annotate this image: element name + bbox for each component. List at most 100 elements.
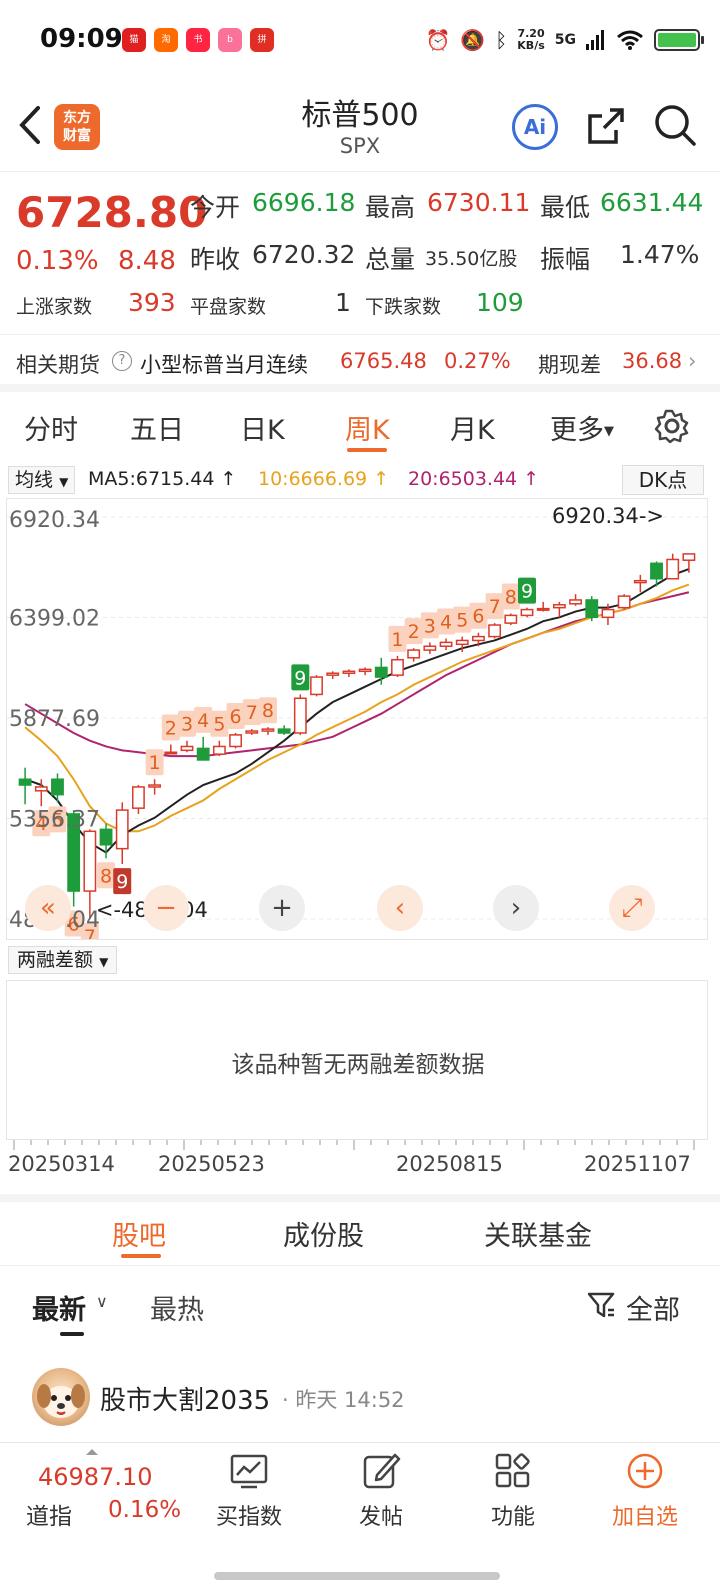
caret-up-icon[interactable] — [86, 1449, 98, 1455]
candle — [148, 779, 162, 795]
candle — [212, 740, 226, 757]
chevron-down-icon[interactable]: ∨ — [96, 1292, 108, 1311]
xiaohongshu-icon: 书 — [186, 28, 210, 52]
taobao-icon: 淘 — [154, 28, 178, 52]
bluetooth-icon: ᛒ — [495, 28, 508, 52]
margin-select[interactable]: 两融差额 ▼ — [8, 946, 118, 974]
help-icon[interactable]: ? — [112, 351, 132, 371]
candle — [293, 694, 307, 735]
post-button[interactable]: 发帖 — [336, 1451, 426, 1531]
chevron-right-icon: › — [688, 349, 697, 373]
candle — [423, 642, 437, 654]
dow-name[interactable]: 道指 — [26, 1497, 72, 1531]
ma-select[interactable]: 均线 ▼ — [8, 466, 76, 494]
svg-text:1: 1 — [149, 752, 161, 774]
sort-latest[interactable]: 最新 — [32, 1288, 86, 1327]
basis-label: 期现差 — [538, 353, 601, 377]
candle — [115, 802, 129, 865]
tab-weekly-k[interactable]: 周K — [345, 408, 390, 447]
tab-intraday[interactable]: 分时 — [24, 408, 78, 447]
max-annotation: 6920.34-> — [552, 504, 664, 528]
date-label: 20250815 — [396, 1152, 503, 1176]
settings-gear-icon[interactable] — [654, 408, 690, 444]
svg-text:6: 6 — [472, 606, 484, 628]
ma20-text: 20:6503.44 — [408, 468, 518, 490]
functions-button[interactable]: 功能 — [468, 1451, 558, 1531]
home-indicator[interactable] — [214, 1572, 500, 1580]
filter-label[interactable]: 全部 — [626, 1288, 680, 1327]
post-item[interactable]: 股市大割2035 · 昨天 14:52 — [0, 1346, 720, 1442]
zoom-in-button[interactable]: + — [259, 885, 305, 931]
candle — [617, 594, 631, 610]
grid-icon — [495, 1453, 530, 1488]
buy-index-button[interactable]: 买指数 — [204, 1451, 294, 1531]
dow-value[interactable]: 46987.10 — [38, 1463, 153, 1491]
zoom-out-button[interactable]: − — [143, 885, 189, 931]
candle — [326, 671, 340, 679]
candle — [83, 829, 97, 919]
dk-marker: 1 — [388, 625, 407, 652]
post-author[interactable]: 股市大割2035 — [100, 1380, 270, 1417]
ai-button[interactable]: Ai — [512, 104, 558, 150]
tab-more[interactable]: 更多▼ — [550, 408, 614, 447]
sort-hot[interactable]: 最热 — [150, 1288, 204, 1327]
caret-down-icon: ▼ — [99, 955, 109, 969]
functions-label: 功能 — [490, 1505, 535, 1530]
caret-down-icon: ▼ — [59, 475, 69, 489]
candle — [229, 732, 242, 749]
tab-constituents[interactable]: 成份股 — [283, 1214, 364, 1253]
dk-marker: 3 — [420, 612, 439, 639]
dk-marker: 2 — [404, 618, 423, 645]
period-tabs: 分时 五日 日K 周K 月K 更多▼ — [0, 398, 720, 458]
svg-text:4: 4 — [440, 612, 452, 634]
section-divider — [0, 1194, 720, 1202]
caret-down-icon: ▼ — [604, 424, 614, 439]
prev-button[interactable]: ‹ — [377, 885, 423, 931]
open-label: 今开 — [190, 193, 241, 222]
margin-empty-text: 该品种暂无两融差额数据 — [231, 1052, 485, 1078]
y-tick-label: 6920.34 — [9, 508, 100, 533]
svg-text:8: 8 — [262, 700, 274, 722]
margin-select-label: 两融差额 — [17, 949, 94, 971]
tab-five-day[interactable]: 五日 — [130, 408, 184, 447]
share-icon[interactable] — [584, 104, 628, 148]
svg-text:1: 1 — [391, 629, 403, 651]
dk-marker: 5 — [210, 710, 229, 737]
add-watchlist-button[interactable]: 加自选 — [600, 1451, 690, 1531]
candle — [488, 623, 502, 639]
next-button[interactable]: › — [493, 885, 539, 931]
avatar[interactable] — [32, 1368, 90, 1426]
candle — [261, 727, 275, 735]
tab-daily-k[interactable]: 日K — [240, 408, 285, 447]
tab-underline — [347, 448, 387, 452]
svg-text:8: 8 — [505, 586, 517, 608]
related-futures-row[interactable]: 相关期货 ? 小型标普当月连续 6765.48 0.27% 期现差 36.68 … — [0, 334, 720, 392]
search-icon[interactable] — [652, 102, 698, 148]
kline-chart[interactable]: 456789123456789123456789 6920.34 6399.02 5… — [6, 498, 708, 940]
dk-marker: 7 — [242, 699, 261, 726]
dk-marker: 6 — [469, 602, 488, 629]
dk-marker: 9 — [518, 577, 536, 604]
candle — [196, 736, 210, 761]
prev-close-label: 昨收 — [190, 245, 241, 274]
candle — [99, 823, 113, 859]
futures-label: 相关期货 — [16, 353, 100, 377]
tab-related-funds[interactable]: 关联基金 — [484, 1214, 592, 1253]
dow-pct[interactable]: 0.16% — [108, 1497, 181, 1523]
alarm-icon: ⏰ — [425, 28, 451, 52]
dk-points-button[interactable]: DK点 — [622, 465, 704, 495]
status-time: 09:09 — [40, 24, 123, 54]
dk-marker: 5 — [453, 606, 472, 633]
dog-avatar-icon — [37, 1384, 85, 1418]
tab-guba[interactable]: 股吧 — [112, 1214, 166, 1253]
tab-monthly-k[interactable]: 月K — [450, 408, 495, 447]
edit-icon — [363, 1453, 401, 1489]
sort-row: 最新 ∨ 最热 全部 — [0, 1266, 720, 1346]
high-value: 6730.11 — [427, 188, 531, 217]
date-ticks — [13, 1140, 695, 1150]
filter-icon[interactable] — [586, 1290, 616, 1320]
wifi-icon — [617, 30, 643, 50]
open-value: 6696.18 — [252, 188, 356, 217]
fullscreen-button[interactable]: ⤢ — [609, 885, 655, 931]
first-page-button[interactable]: « — [25, 885, 71, 931]
